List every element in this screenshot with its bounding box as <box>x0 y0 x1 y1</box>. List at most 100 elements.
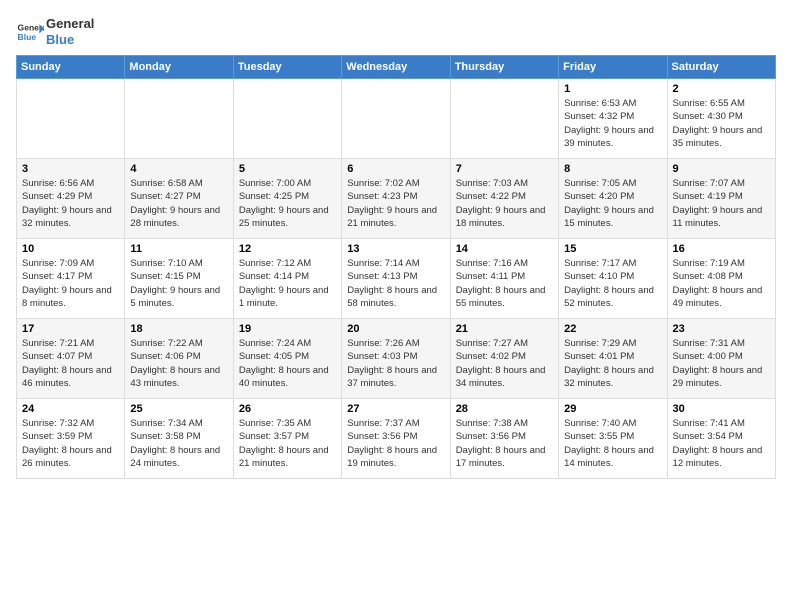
day-info: Sunrise: 7:24 AMSunset: 4:05 PMDaylight:… <box>239 337 336 390</box>
day-number: 23 <box>673 323 770 335</box>
calendar-week-1: 1Sunrise: 6:53 AMSunset: 4:32 PMDaylight… <box>17 79 776 159</box>
day-number: 1 <box>564 83 661 95</box>
day-number: 13 <box>347 243 444 255</box>
day-info: Sunrise: 7:21 AMSunset: 4:07 PMDaylight:… <box>22 337 119 390</box>
calendar-cell: 18 Sunrise: 7:22 AMSunset: 4:06 PMDayligh… <box>125 319 233 399</box>
day-info: Sunrise: 7:41 AMSunset: 3:54 PMDaylight:… <box>673 417 770 470</box>
day-info: Sunrise: 7:19 AMSunset: 4:08 PMDaylight:… <box>673 257 770 310</box>
day-info: Sunrise: 7:07 AMSunset: 4:19 PMDaylight:… <box>673 177 770 230</box>
day-number: 9 <box>673 163 770 175</box>
day-of-week-saturday: Saturday <box>667 56 775 79</box>
day-number: 30 <box>673 403 770 415</box>
day-info: Sunrise: 7:03 AMSunset: 4:22 PMDaylight:… <box>456 177 553 230</box>
day-info: Sunrise: 6:55 AMSunset: 4:30 PMDaylight:… <box>673 97 770 150</box>
day-info: Sunrise: 7:27 AMSunset: 4:02 PMDaylight:… <box>456 337 553 390</box>
calendar-cell: 20 Sunrise: 7:26 AMSunset: 4:03 PMDayligh… <box>342 319 450 399</box>
calendar-cell <box>233 79 341 159</box>
calendar-cell: 11 Sunrise: 7:10 AMSunset: 4:15 PMDayligh… <box>125 239 233 319</box>
day-number: 19 <box>239 323 336 335</box>
day-info: Sunrise: 7:12 AMSunset: 4:14 PMDaylight:… <box>239 257 336 310</box>
calendar-cell: 13 Sunrise: 7:14 AMSunset: 4:13 PMDayligh… <box>342 239 450 319</box>
day-info: Sunrise: 7:38 AMSunset: 3:56 PMDaylight:… <box>456 417 553 470</box>
day-info: Sunrise: 7:22 AMSunset: 4:06 PMDaylight:… <box>130 337 227 390</box>
calendar-cell: 25 Sunrise: 7:34 AMSunset: 3:58 PMDayligh… <box>125 399 233 479</box>
day-number: 28 <box>456 403 553 415</box>
calendar-cell: 2 Sunrise: 6:55 AMSunset: 4:30 PMDaylight… <box>667 79 775 159</box>
calendar-cell: 26Sunrise: 7:35 AMSunset: 3:57 PMDayligh… <box>233 399 341 479</box>
day-info: Sunrise: 7:31 AMSunset: 4:00 PMDaylight:… <box>673 337 770 390</box>
day-number: 24 <box>22 403 119 415</box>
calendar-cell: 10 Sunrise: 7:09 AMSunset: 4:17 PMDayligh… <box>17 239 125 319</box>
calendar-body: 1Sunrise: 6:53 AMSunset: 4:32 PMDaylight… <box>17 79 776 479</box>
day-number: 4 <box>130 163 227 175</box>
calendar-cell <box>450 79 558 159</box>
day-number: 5 <box>239 163 336 175</box>
calendar-cell: 24 Sunrise: 7:32 AMSunset: 3:59 PMDayligh… <box>17 399 125 479</box>
day-number: 6 <box>347 163 444 175</box>
calendar-week-4: 17Sunrise: 7:21 AMSunset: 4:07 PMDayligh… <box>17 319 776 399</box>
calendar-cell: 8Sunrise: 7:05 AMSunset: 4:20 PMDaylight… <box>559 159 667 239</box>
calendar-week-2: 3 Sunrise: 6:56 AMSunset: 4:29 PMDaylight… <box>17 159 776 239</box>
calendar-cell: 4 Sunrise: 6:58 AMSunset: 4:27 PMDaylight… <box>125 159 233 239</box>
day-of-week-friday: Friday <box>559 56 667 79</box>
calendar-cell: 28 Sunrise: 7:38 AMSunset: 3:56 PMDayligh… <box>450 399 558 479</box>
day-info: Sunrise: 7:29 AMSunset: 4:01 PMDaylight:… <box>564 337 661 390</box>
day-number: 15 <box>564 243 661 255</box>
logo-text: General Blue <box>46 16 94 47</box>
day-number: 20 <box>347 323 444 335</box>
day-number: 22 <box>564 323 661 335</box>
calendar-week-3: 10 Sunrise: 7:09 AMSunset: 4:17 PMDayligh… <box>17 239 776 319</box>
calendar-cell: 5 Sunrise: 7:00 AMSunset: 4:25 PMDaylight… <box>233 159 341 239</box>
day-number: 11 <box>130 243 227 255</box>
day-number: 2 <box>673 83 770 95</box>
day-info: Sunrise: 7:05 AMSunset: 4:20 PMDaylight:… <box>564 177 661 230</box>
calendar-cell: 7 Sunrise: 7:03 AMSunset: 4:22 PMDaylight… <box>450 159 558 239</box>
calendar-cell: 1Sunrise: 6:53 AMSunset: 4:32 PMDaylight… <box>559 79 667 159</box>
day-of-week-tuesday: Tuesday <box>233 56 341 79</box>
day-of-week-header: SundayMondayTuesdayWednesdayThursdayFrid… <box>17 56 776 79</box>
calendar-cell: 29Sunrise: 7:40 AMSunset: 3:55 PMDayligh… <box>559 399 667 479</box>
day-info: Sunrise: 7:14 AMSunset: 4:13 PMDaylight:… <box>347 257 444 310</box>
calendar-cell: 22 Sunrise: 7:29 AMSunset: 4:01 PMDayligh… <box>559 319 667 399</box>
calendar-cell: 14Sunrise: 7:16 AMSunset: 4:11 PMDayligh… <box>450 239 558 319</box>
calendar-cell: 6 Sunrise: 7:02 AMSunset: 4:23 PMDaylight… <box>342 159 450 239</box>
day-number: 25 <box>130 403 227 415</box>
calendar-cell: 30 Sunrise: 7:41 AMSunset: 3:54 PMDayligh… <box>667 399 775 479</box>
calendar-cell: 15 Sunrise: 7:17 AMSunset: 4:10 PMDayligh… <box>559 239 667 319</box>
svg-text:Blue: Blue <box>18 31 37 41</box>
day-info: Sunrise: 7:02 AMSunset: 4:23 PMDaylight:… <box>347 177 444 230</box>
day-number: 12 <box>239 243 336 255</box>
calendar-cell: 17Sunrise: 7:21 AMSunset: 4:07 PMDayligh… <box>17 319 125 399</box>
day-of-week-sunday: Sunday <box>17 56 125 79</box>
day-info: Sunrise: 7:10 AMSunset: 4:15 PMDaylight:… <box>130 257 227 310</box>
calendar-cell: 21Sunrise: 7:27 AMSunset: 4:02 PMDayligh… <box>450 319 558 399</box>
day-info: Sunrise: 7:17 AMSunset: 4:10 PMDaylight:… <box>564 257 661 310</box>
calendar-cell: 3 Sunrise: 6:56 AMSunset: 4:29 PMDaylight… <box>17 159 125 239</box>
calendar-cell: 27Sunrise: 7:37 AMSunset: 3:56 PMDayligh… <box>342 399 450 479</box>
day-info: Sunrise: 7:32 AMSunset: 3:59 PMDaylight:… <box>22 417 119 470</box>
day-number: 3 <box>22 163 119 175</box>
day-info: Sunrise: 6:58 AMSunset: 4:27 PMDaylight:… <box>130 177 227 230</box>
day-number: 27 <box>347 403 444 415</box>
day-info: Sunrise: 7:34 AMSunset: 3:58 PMDaylight:… <box>130 417 227 470</box>
day-number: 10 <box>22 243 119 255</box>
calendar-cell: 23 Sunrise: 7:31 AMSunset: 4:00 PMDayligh… <box>667 319 775 399</box>
day-info: Sunrise: 7:00 AMSunset: 4:25 PMDaylight:… <box>239 177 336 230</box>
calendar-cell: 12 Sunrise: 7:12 AMSunset: 4:14 PMDayligh… <box>233 239 341 319</box>
calendar-cell: 16Sunrise: 7:19 AMSunset: 4:08 PMDayligh… <box>667 239 775 319</box>
header: General Blue General Blue <box>16 16 776 47</box>
day-of-week-thursday: Thursday <box>450 56 558 79</box>
day-number: 18 <box>130 323 227 335</box>
day-info: Sunrise: 7:09 AMSunset: 4:17 PMDaylight:… <box>22 257 119 310</box>
day-number: 7 <box>456 163 553 175</box>
day-of-week-wednesday: Wednesday <box>342 56 450 79</box>
calendar-cell <box>342 79 450 159</box>
calendar-cell <box>17 79 125 159</box>
day-info: Sunrise: 7:35 AMSunset: 3:57 PMDaylight:… <box>239 417 336 470</box>
day-info: Sunrise: 6:56 AMSunset: 4:29 PMDaylight:… <box>22 177 119 230</box>
calendar-cell: 19 Sunrise: 7:24 AMSunset: 4:05 PMDayligh… <box>233 319 341 399</box>
calendar-cell: 9 Sunrise: 7:07 AMSunset: 4:19 PMDaylight… <box>667 159 775 239</box>
day-of-week-monday: Monday <box>125 56 233 79</box>
day-number: 14 <box>456 243 553 255</box>
day-info: Sunrise: 7:26 AMSunset: 4:03 PMDaylight:… <box>347 337 444 390</box>
